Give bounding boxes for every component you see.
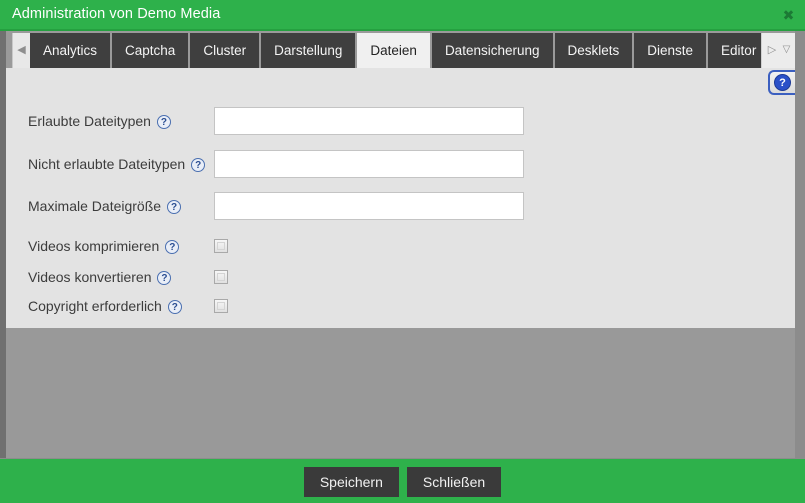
close-button[interactable]: Schließen (406, 467, 502, 497)
window-title: Administration von Demo Media (12, 6, 221, 22)
label-copyright-required-text: Copyright erforderlich (28, 298, 162, 314)
label-max-filesize-text: Maximale Dateigröße (28, 198, 162, 214)
field-row-max-filesize: Maximale Dateigröße? (6, 191, 795, 221)
label-convert-videos-text: Videos konvertieren (28, 269, 152, 285)
tab-datensicherung[interactable]: Datensicherung (431, 33, 555, 68)
save-button[interactable]: Speichern (303, 467, 399, 497)
help-icon-copyright-required[interactable]: ? (167, 300, 182, 314)
settings-panel: Erlaubte Dateitypen? Nicht erlaubte Date… (6, 68, 795, 328)
label-copyright-required: Copyright erforderlich? (28, 291, 182, 321)
field-row-allowed-filetypes: Erlaubte Dateitypen? (6, 106, 795, 136)
tab-dienste[interactable]: Dienste (634, 33, 709, 68)
label-allowed-filetypes-text: Erlaubte Dateitypen (28, 113, 151, 129)
label-allowed-filetypes: Erlaubte Dateitypen? (28, 106, 171, 136)
field-row-compress-videos: Videos komprimieren? (6, 231, 795, 261)
input-disallowed-filetypes[interactable] (214, 150, 524, 178)
help-icon-compress-videos[interactable]: ? (165, 240, 180, 254)
checkbox-compress-videos[interactable] (214, 239, 228, 253)
help-icon-convert-videos[interactable]: ? (157, 271, 172, 285)
tab-scroll-right-icon[interactable]: ▷ (766, 43, 778, 57)
input-max-filesize[interactable] (214, 192, 524, 220)
label-convert-videos: Videos konvertieren? (28, 262, 172, 292)
window-footer: Speichern Schließen (0, 458, 805, 503)
label-compress-videos: Videos komprimieren? (28, 231, 180, 261)
field-row-disallowed-filetypes: Nicht erlaubte Dateitypen? (6, 149, 795, 179)
tab-darstellung[interactable]: Darstellung (261, 33, 358, 68)
tab-analytics[interactable]: Analytics (30, 33, 113, 68)
tab-strip: ◀ Analytics Captcha Cluster Darstellung … (6, 31, 795, 68)
label-compress-videos-text: Videos komprimieren (28, 238, 160, 254)
tab-list: Analytics Captcha Cluster Darstellung Da… (30, 33, 772, 68)
input-allowed-filetypes[interactable] (214, 107, 524, 135)
window-body: ◀ Analytics Captcha Cluster Darstellung … (0, 31, 805, 458)
tab-captcha[interactable]: Captcha (112, 33, 191, 68)
field-row-convert-videos: Videos konvertieren? (6, 262, 795, 292)
footer-button-group: Speichern Schließen (0, 467, 805, 497)
help-icon-allowed-filetypes[interactable]: ? (156, 115, 171, 129)
tab-controls: ▷ ▽ (761, 33, 795, 68)
help-icon: ? (774, 74, 791, 91)
tab-scroll-left-icon[interactable]: ◀ (12, 33, 30, 68)
field-row-copyright-required: Copyright erforderlich? (6, 291, 795, 321)
tab-desklets[interactable]: Desklets (554, 33, 635, 68)
admin-window: Administration von Demo Media ✖ ◀ Analyt… (0, 0, 805, 503)
tab-dateien[interactable]: Dateien (357, 33, 432, 68)
tab-cluster[interactable]: Cluster (190, 33, 262, 68)
close-icon[interactable]: ✖ (780, 7, 797, 24)
window-titlebar: Administration von Demo Media ✖ (0, 0, 805, 31)
help-icon-disallowed-filetypes[interactable]: ? (191, 158, 206, 172)
checkbox-convert-videos[interactable] (214, 270, 228, 284)
label-disallowed-filetypes-text: Nicht erlaubte Dateitypen (28, 156, 186, 172)
label-disallowed-filetypes: Nicht erlaubte Dateitypen? (28, 149, 206, 179)
help-button[interactable]: ? (768, 70, 795, 95)
tab-dropdown-icon[interactable]: ▽ (780, 43, 793, 57)
label-max-filesize: Maximale Dateigröße? (28, 191, 182, 221)
help-icon-max-filesize[interactable]: ? (167, 200, 182, 214)
checkbox-copyright-required[interactable] (214, 299, 228, 313)
